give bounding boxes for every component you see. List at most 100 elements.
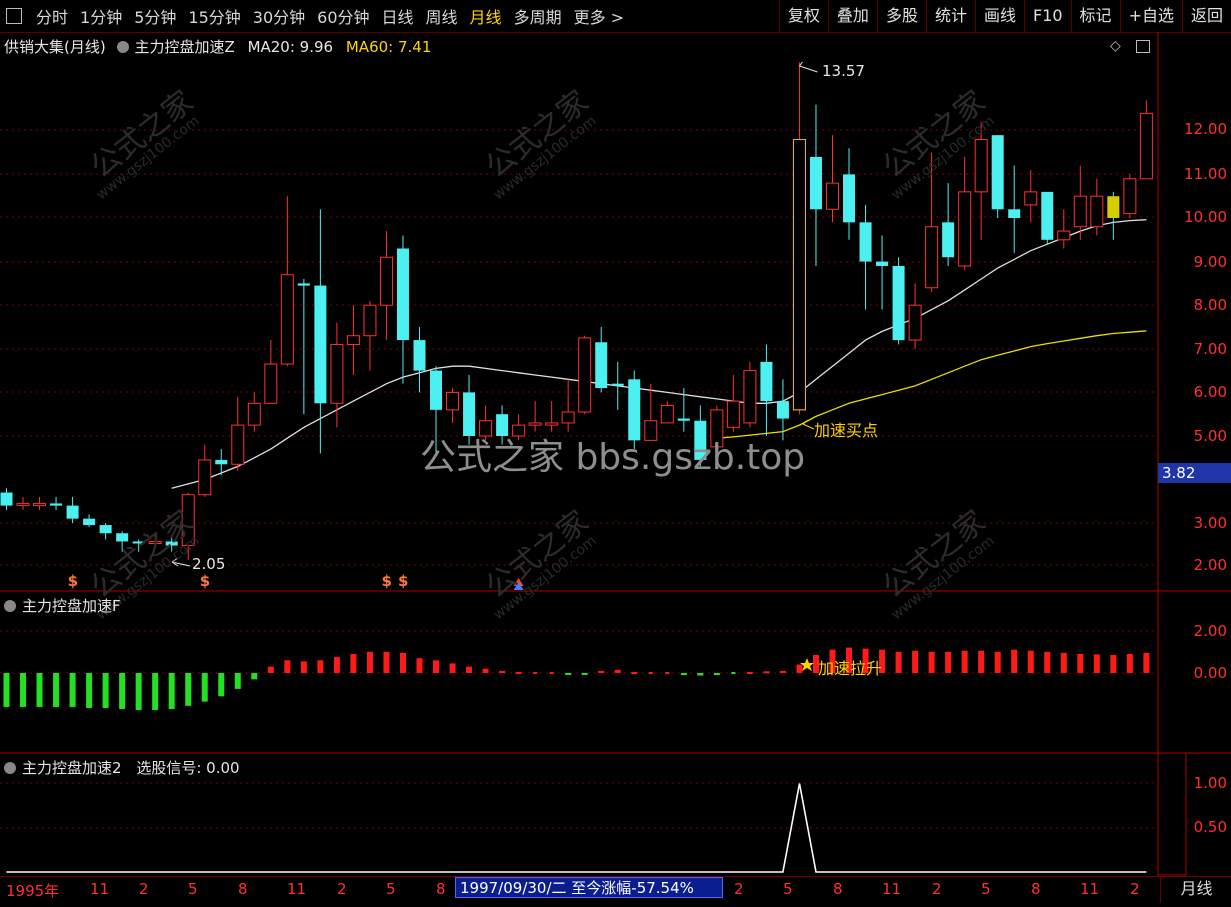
f-bar xyxy=(1044,651,1051,673)
f-bar xyxy=(86,673,93,708)
f-bar xyxy=(383,651,390,673)
f-bar xyxy=(201,673,208,702)
f-bar xyxy=(731,672,736,674)
f-bar xyxy=(449,663,456,673)
f-bar xyxy=(665,672,670,674)
high-price-label: 13.57 xyxy=(822,62,865,80)
f-bar xyxy=(631,671,638,674)
f-bar xyxy=(763,671,770,674)
date-label: 8 xyxy=(1031,880,1041,898)
candle-body xyxy=(1139,112,1153,180)
axis-label: 1.00 xyxy=(1193,774,1227,792)
grid-lines xyxy=(0,129,1158,829)
candle-body xyxy=(1090,195,1104,228)
candle-body xyxy=(876,261,889,266)
dollar-marker: $ xyxy=(381,572,391,590)
axis-label: 2.00 xyxy=(1193,556,1227,574)
candle-body xyxy=(726,400,740,428)
candle-body xyxy=(247,402,261,426)
f-bar xyxy=(1027,650,1034,673)
candle-body xyxy=(0,492,13,506)
candle-body xyxy=(231,424,245,465)
candle-body xyxy=(677,418,690,421)
f-bar xyxy=(152,673,159,711)
candle-body xyxy=(99,525,112,534)
markers: $ $ $ $ xyxy=(68,572,524,590)
axis-label: 12.00 xyxy=(1184,120,1227,138)
candle-body xyxy=(942,222,955,258)
candles xyxy=(0,62,1153,560)
date-label: 5 xyxy=(783,880,793,898)
date-label: 2 xyxy=(1130,880,1140,898)
f-bar xyxy=(598,670,605,673)
f-bar xyxy=(779,670,786,673)
panel-frames xyxy=(0,32,1231,876)
diamond-icon[interactable]: ◇ xyxy=(1110,38,1121,54)
indicator-dropdown-icon[interactable] xyxy=(4,600,16,612)
f-bar xyxy=(1110,654,1117,673)
candle-body xyxy=(1041,191,1054,240)
candle-body xyxy=(430,370,443,410)
candle-body xyxy=(446,391,460,411)
axis-label: 8.00 xyxy=(1193,296,1227,314)
candle-body xyxy=(628,379,641,441)
indicator-dropdown-icon[interactable] xyxy=(116,41,129,53)
f-bar xyxy=(300,661,307,673)
f-bar xyxy=(3,673,10,707)
candle-body xyxy=(528,422,542,426)
date-label: 5 xyxy=(386,880,396,898)
stock-name: 供销大集(月线) xyxy=(4,38,106,56)
date-info-box: 1997/09/30/二 至今涨幅-57.54% xyxy=(455,877,723,898)
axis-label: 9.00 xyxy=(1193,253,1227,271)
date-label: 5 xyxy=(981,880,991,898)
indicator-dropdown-icon[interactable] xyxy=(4,762,16,774)
f-bar xyxy=(515,671,522,674)
candle-body xyxy=(280,274,294,365)
candle-body xyxy=(792,139,806,411)
signal-value: 选股信号: 0.00 xyxy=(136,759,240,777)
candle-body xyxy=(314,285,327,404)
f-bar xyxy=(978,650,985,673)
candle-body xyxy=(1073,195,1087,228)
f-bar xyxy=(366,651,373,673)
period-selector[interactable]: 月线 xyxy=(1160,877,1231,903)
dollar-marker: $ xyxy=(398,572,408,590)
f-bar xyxy=(1011,649,1018,673)
candle-body xyxy=(760,361,773,402)
f-bar xyxy=(1060,652,1067,673)
panel-toggle-icon[interactable] xyxy=(1136,40,1150,53)
candle-body xyxy=(512,424,526,437)
candle-body xyxy=(776,401,789,419)
panel2-title: 主力控盘加速F xyxy=(4,595,121,616)
main-panel-title: 供销大集(月线) 主力控盘加速Z MA20: 9.96 MA60: 7.41 xyxy=(4,36,431,57)
f-bar xyxy=(549,672,554,674)
f-bar xyxy=(697,673,704,676)
candle-body xyxy=(991,135,1004,210)
candle-body xyxy=(908,304,922,341)
candle-body xyxy=(644,420,658,441)
f-bar xyxy=(533,672,538,674)
f-bar xyxy=(961,650,968,673)
date-label: 11 xyxy=(1080,880,1100,898)
axis-label: 7.00 xyxy=(1193,340,1227,358)
candle-body xyxy=(1008,209,1021,218)
date-label: 2 xyxy=(139,880,149,898)
candle-body xyxy=(463,392,476,436)
date-label: 1995年 xyxy=(6,882,60,900)
axis-label: 2.00 xyxy=(1193,622,1227,640)
f-bar xyxy=(69,673,76,707)
f-bar xyxy=(168,673,175,710)
date-label: 2 xyxy=(932,880,942,898)
buy-leader xyxy=(802,419,815,430)
low-price-label: 2.05 xyxy=(192,555,226,573)
candle-body xyxy=(379,256,393,306)
candle-body xyxy=(660,404,674,424)
panel3-title: 主力控盘加速2 选股信号: 0.00 xyxy=(4,757,240,778)
candle-body xyxy=(215,459,228,465)
candle-body xyxy=(66,505,79,519)
candle-body xyxy=(413,340,426,371)
f-bar xyxy=(416,658,423,673)
f-bar xyxy=(680,673,687,676)
candle-body xyxy=(330,343,344,404)
ma60-line xyxy=(716,330,1147,439)
